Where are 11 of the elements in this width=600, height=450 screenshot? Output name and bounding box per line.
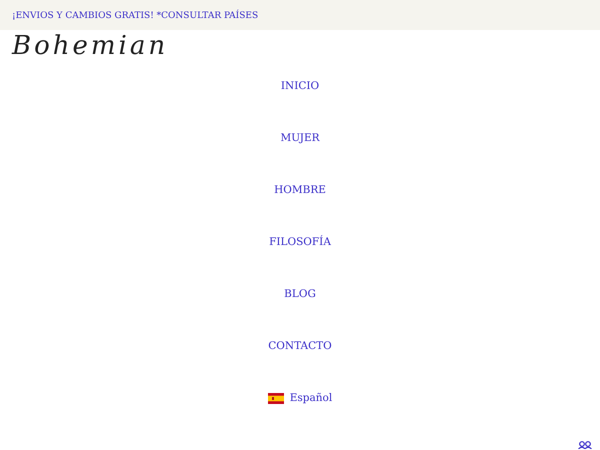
nav-link[interactable]: INICIO bbox=[280, 78, 320, 94]
people-icon[interactable] bbox=[578, 441, 592, 449]
flag-icon bbox=[268, 392, 284, 404]
language-link[interactable]: Español bbox=[268, 390, 332, 406]
announcement-text: ¡ENVIOS Y CAMBIOS GRATIS! *CONSULTAR PAÍSES bbox=[12, 11, 258, 21]
nav-link[interactable]: FILOSOFÍA bbox=[269, 234, 331, 250]
nav-link[interactable]: HOMBRE bbox=[274, 182, 326, 198]
nav-link[interactable]: CONTACTO bbox=[268, 338, 332, 354]
nav-link[interactable]: BLOG bbox=[284, 286, 316, 302]
logo[interactable]: Bohemian bbox=[12, 32, 168, 60]
nav-link[interactable]: MUJER bbox=[280, 130, 320, 146]
